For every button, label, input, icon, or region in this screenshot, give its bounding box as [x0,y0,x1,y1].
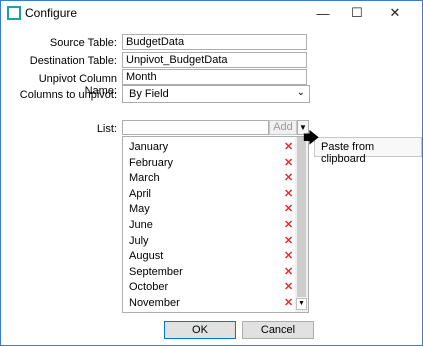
source-table-field[interactable]: BudgetData [122,34,307,50]
list-label: List: [96,123,117,135]
unpivot-column-field[interactable]: Month [122,69,307,85]
list-item[interactable]: September ✕ [129,265,293,281]
list-item[interactable]: October ✕ [129,281,293,296]
cancel-button[interactable]: Cancel [242,321,314,339]
close-button[interactable]: ✕ [378,1,412,25]
remove-item-icon[interactable]: ✕ [284,249,293,262]
remove-item-icon[interactable]: ✕ [284,202,293,215]
list-item-label: January [129,141,169,153]
close-icon: ✕ [389,5,401,20]
maximize-icon: ☐ [351,5,363,20]
list-item[interactable]: January ✕ [129,141,293,156]
destination-table-label: Destination Table: [29,55,117,67]
list-item[interactable]: February ✕ [129,156,293,172]
columns-to-unpivot-label: Columns to unpivot: [19,89,117,101]
mouse-cursor-icon: 🡆 [303,130,320,147]
list-item-label: September [129,265,183,278]
list-item[interactable]: November ✕ [129,297,293,312]
add-button[interactable]: Add [269,120,297,135]
columns-to-unpivot-value: By Field [129,88,169,100]
minimize-icon: — [316,5,330,21]
list-item-label: May [129,203,150,216]
scroll-down-icon: ▼ [298,300,305,307]
list-item-label: October [129,281,169,294]
list-item-label: March [129,172,160,185]
app-icon [7,6,21,20]
list-item[interactable]: June ✕ [129,219,293,234]
scroll-down-button[interactable]: ▼ [296,298,307,310]
list-item-label: August [129,250,164,263]
list-scrollbar[interactable]: ▼ [295,137,308,312]
title-bar[interactable]: Configure — ☐ ✕ [1,1,422,25]
minimize-button[interactable]: — [306,1,340,25]
ok-button[interactable]: OK [164,321,236,339]
list-item-label: July [129,234,149,247]
destination-table-field[interactable]: Unpivot_BudgetData [122,52,307,68]
remove-item-icon[interactable]: ✕ [284,156,293,169]
remove-item-icon[interactable]: ✕ [284,140,293,153]
source-table-label: Source Table: [49,37,117,49]
columns-to-unpivot-select[interactable]: By Field ⌄ [122,85,310,103]
remove-item-icon[interactable]: ✕ [284,187,293,200]
remove-item-icon[interactable]: ✕ [284,234,293,247]
configure-dialog: Configure — ☐ ✕ Source Table: BudgetData… [0,0,423,346]
paste-from-clipboard-menu-item[interactable]: Paste from clipboard [314,137,422,165]
list-item[interactable]: August ✕ [129,250,293,265]
list-item-label: April [129,187,152,200]
list-item-label: February [129,156,174,169]
list-entry-input[interactable] [122,120,269,135]
list-item[interactable]: April ✕ [129,187,293,203]
list-item[interactable]: July ✕ [129,234,293,250]
remove-item-icon[interactable]: ✕ [284,265,293,278]
list-item[interactable]: March ✕ [129,172,293,187]
maximize-button[interactable]: ☐ [340,1,374,25]
window-title: Configure [25,6,78,20]
scrollbar-thumb[interactable] [297,137,306,297]
remove-item-icon[interactable]: ✕ [284,296,293,309]
list-item[interactable]: May ✕ [129,203,293,218]
remove-item-icon[interactable]: ✕ [284,280,293,293]
list-box[interactable]: January ✕ February ✕ March ✕ April ✕ May ✕ June ✕ Ju… [122,136,309,313]
remove-item-icon[interactable]: ✕ [284,171,293,184]
remove-item-icon[interactable]: ✕ [284,218,293,231]
list-item-label: June [129,219,153,231]
chevron-down-icon: ⌄ [296,87,305,98]
list-item-label: November [129,297,180,309]
